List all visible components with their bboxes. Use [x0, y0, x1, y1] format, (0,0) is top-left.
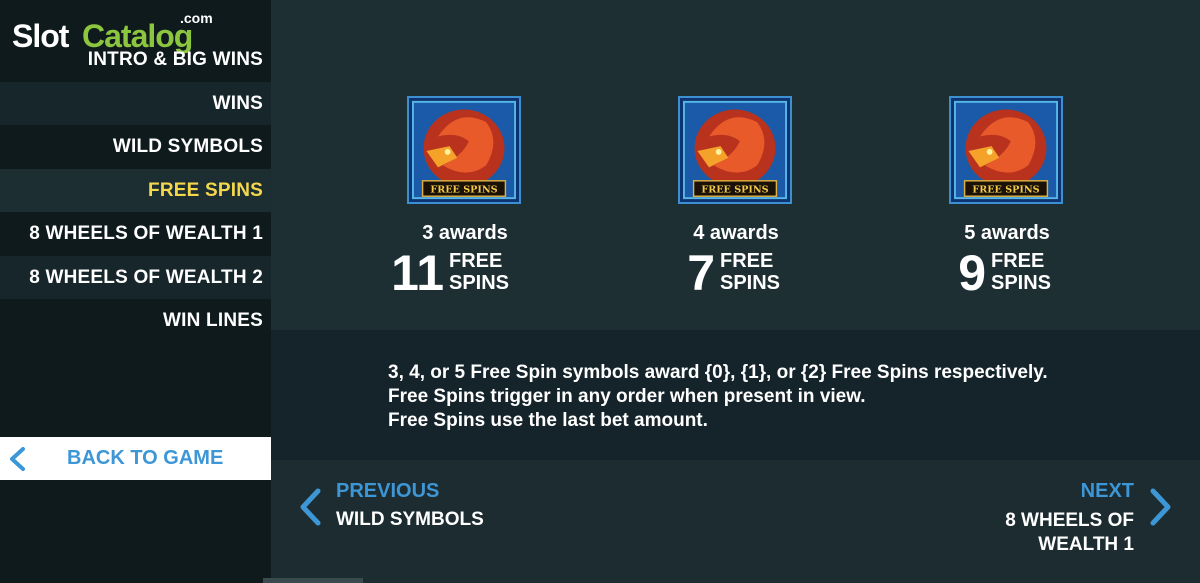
- previous-target[interactable]: WILD SYMBOLS: [336, 509, 484, 531]
- sidebar-item-intro-big-wins[interactable]: INTRO & BIG WINS: [0, 38, 271, 82]
- free-spins-unit: FREE SPINS: [449, 250, 510, 294]
- main-content: FREE SPINS 3 awards 11 FREE SPINS FREE SP: [271, 0, 1200, 583]
- free-spins-number: 9: [958, 245, 986, 301]
- description-panel: 3, 4, or 5 Free Spin symbols award {0}, …: [271, 330, 1200, 460]
- free-spins-number: 7: [687, 245, 715, 301]
- sidebar-item-8-wheels-1[interactable]: 8 WHEELS OF WEALTH 1: [0, 212, 271, 256]
- sidebar-item-wild-symbols[interactable]: WILD SYMBOLS: [0, 125, 271, 169]
- description-line-3: Free Spins use the last bet amount.: [388, 410, 708, 431]
- free-spins-amount: 7 FREE SPINS: [660, 248, 810, 298]
- free-spins-amount: 9 FREE SPINS: [931, 248, 1081, 298]
- symbols-panel: FREE SPINS 3 awards 11 FREE SPINS FREE SP: [271, 0, 1200, 330]
- sidebar-item-wins[interactable]: WINS: [0, 81, 271, 125]
- awards-count-text: 4 awards: [693, 222, 779, 244]
- sidebar: Slot Catalog .com INTRO & BIG WINS WINS …: [0, 0, 271, 583]
- next-target[interactable]: 8 WHEELS OF WEALTH 1: [974, 509, 1134, 557]
- symbol-banner-text: FREE SPINS: [972, 184, 1039, 195]
- scroll-indicator: [263, 578, 363, 583]
- free-spins-amount: 11 FREE SPINS: [389, 248, 539, 298]
- dragon-symbol-icon: FREE SPINS: [678, 96, 792, 204]
- sidebar-item-free-spins[interactable]: FREE SPINS: [0, 168, 271, 212]
- chevron-right-icon[interactable]: [1148, 487, 1174, 527]
- symbol-banner-text: FREE SPINS: [701, 184, 768, 195]
- chevron-left-icon: [10, 447, 25, 471]
- description-line-2: Free Spins trigger in any order when pre…: [388, 386, 866, 407]
- page-navigation: PREVIOUS WILD SYMBOLS NEXT 8 WHEELS OF W…: [271, 460, 1200, 583]
- dragon-symbol-icon: FREE SPINS: [949, 96, 1063, 204]
- free-spins-number: 11: [391, 245, 444, 301]
- next-label[interactable]: NEXT: [1081, 480, 1134, 503]
- sidebar-item-8-wheels-2[interactable]: 8 WHEELS OF WEALTH 2: [0, 255, 271, 299]
- chevron-left-icon[interactable]: [297, 487, 323, 527]
- logo-com-text: .com: [180, 10, 213, 26]
- dragon-symbol-icon: FREE SPINS: [407, 96, 521, 204]
- free-spins-unit: FREE SPINS: [991, 250, 1052, 294]
- sidebar-item-win-lines[interactable]: WIN LINES: [0, 299, 271, 343]
- sidebar-menu: INTRO & BIG WINS WINS WILD SYMBOLS FREE …: [0, 38, 271, 343]
- awards-count-text: 3 awards: [422, 222, 508, 244]
- symbol-banner-text: FREE SPINS: [430, 184, 497, 195]
- free-spins-unit: FREE SPINS: [720, 250, 781, 294]
- awards-count-text: 5 awards: [964, 222, 1050, 244]
- description-line-1: 3, 4, or 5 Free Spin symbols award {0}, …: [388, 362, 1048, 383]
- previous-label[interactable]: PREVIOUS: [336, 480, 439, 503]
- back-to-game-label: BACK TO GAME: [67, 447, 224, 469]
- back-to-game-button[interactable]: BACK TO GAME: [0, 437, 271, 480]
